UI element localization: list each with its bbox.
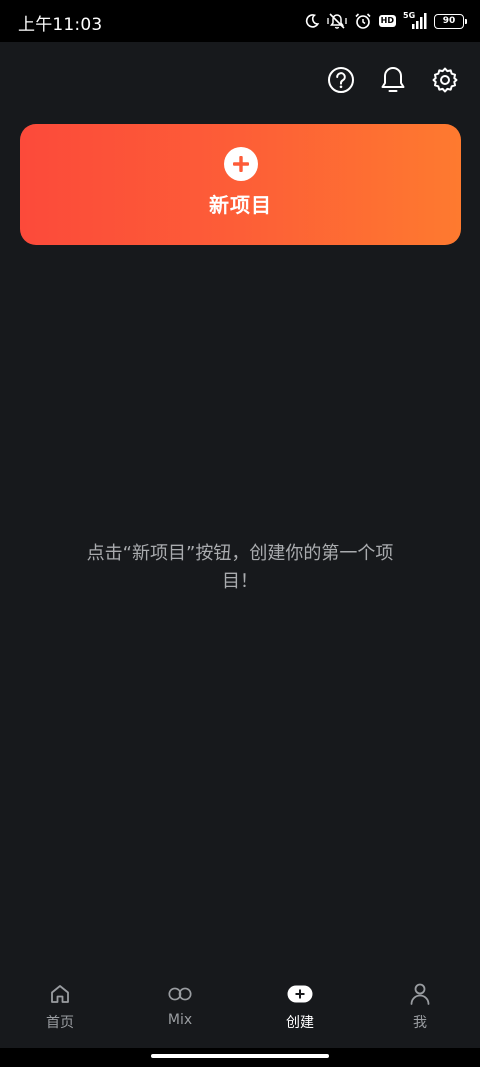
alarm-icon [354, 12, 372, 30]
empty-hint-line-1: 点击“新项目”按钮，创建你的第一个项 [86, 543, 394, 564]
nav-label-mix: Mix [167, 1012, 193, 1028]
empty-state-hint: 点击“新项目”按钮，创建你的第一个项 目！ [60, 540, 420, 596]
help-button[interactable] [326, 64, 356, 96]
plus-circle-icon [223, 147, 258, 181]
status-icons: HD 5G 90 [304, 9, 467, 33]
help-icon [328, 67, 354, 93]
gear-icon [432, 67, 458, 93]
notifications-button[interactable] [378, 64, 408, 96]
bottom-nav: 首页 Mix 创建 我 [0, 972, 480, 1048]
empty-hint-line-2: 目！ [222, 571, 258, 592]
nav-item-home[interactable]: 首页 [0, 972, 120, 1048]
nav-item-create[interactable]: 创建 [240, 972, 360, 1048]
nav-item-me[interactable]: 我 [360, 972, 480, 1048]
add-pill-icon [287, 982, 313, 1006]
app-screen: 上午11:03 HD 5G 90 新项目 点击“新项目”按钮，创建你的第一个项 … [0, 0, 480, 1067]
infinity-icon [167, 982, 193, 1006]
system-nav-bar [0, 1048, 480, 1067]
moon-icon [304, 13, 320, 29]
hd-badge: HD [378, 15, 396, 27]
nav-label-me: 我 [413, 1015, 427, 1031]
settings-button[interactable] [430, 64, 460, 96]
status-bar: 上午11:03 HD 5G 90 [0, 0, 480, 42]
nav-label-home: 首页 [46, 1015, 74, 1031]
home-indicator[interactable] [151, 1054, 329, 1058]
nav-item-mix[interactable]: Mix [120, 972, 240, 1048]
top-actions [326, 64, 460, 96]
nav-label-create: 创建 [286, 1015, 314, 1031]
bell-icon [381, 67, 405, 92]
new-project-button[interactable]: 新项目 [20, 124, 461, 245]
home-icon [47, 982, 73, 1006]
new-project-label: 新项目 [209, 193, 272, 217]
battery-icon: 90 [434, 13, 467, 29]
mute-vibrate-icon [327, 12, 347, 30]
battery-level: 90 [442, 16, 456, 26]
signal-5g-icon: 5G [403, 11, 427, 31]
person-icon [407, 982, 433, 1006]
status-time: 上午11:03 [18, 15, 103, 35]
